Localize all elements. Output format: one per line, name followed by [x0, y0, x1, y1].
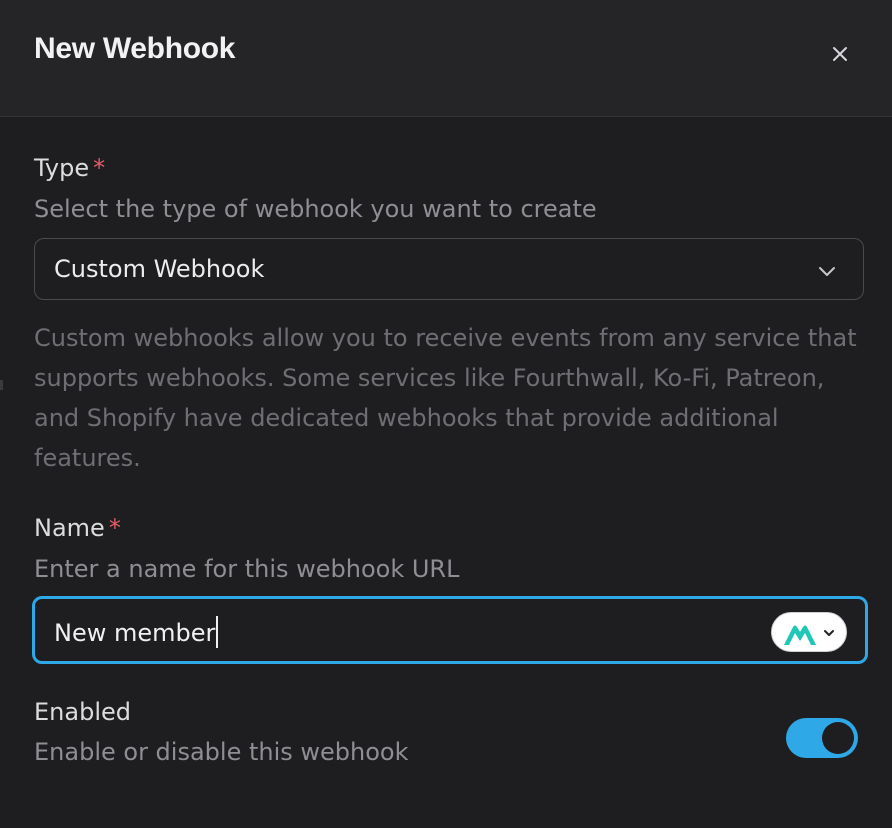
name-input[interactable]: New member — [32, 596, 868, 664]
chevron-down-icon — [819, 267, 835, 276]
close-button[interactable] — [826, 40, 854, 68]
name-label-text: Name — [34, 514, 105, 542]
name-input-value[interactable]: New member — [54, 616, 219, 648]
type-label-text: Type — [34, 154, 90, 182]
name-description: Enter a name for this webhook URL — [34, 555, 460, 583]
type-label: Type * — [34, 154, 105, 182]
backdrop-edge — [0, 380, 3, 390]
type-select-value: Custom Webhook — [54, 255, 265, 283]
type-select[interactable]: Custom Webhook — [34, 238, 864, 300]
type-description: Select the type of webhook you want to c… — [34, 195, 597, 223]
close-icon — [833, 47, 847, 61]
required-mark: * — [108, 514, 121, 542]
dialog-title: New Webhook — [34, 32, 236, 65]
emoji-picker-button[interactable] — [771, 612, 847, 652]
mountain-logo-icon — [784, 625, 816, 645]
name-input-text: New member — [54, 619, 216, 647]
enabled-description: Enable or disable this webhook — [34, 738, 409, 766]
required-mark: * — [93, 154, 106, 182]
toggle-knob — [822, 722, 854, 754]
text-caret — [216, 616, 219, 648]
type-helper-text: Custom webhooks allow you to receive eve… — [34, 324, 857, 472]
enabled-toggle[interactable] — [786, 718, 858, 758]
name-label: Name * — [34, 514, 121, 542]
enabled-label: Enabled — [34, 698, 131, 726]
dialog-header: New Webhook — [0, 0, 892, 117]
chevron-down-icon — [824, 630, 834, 636]
